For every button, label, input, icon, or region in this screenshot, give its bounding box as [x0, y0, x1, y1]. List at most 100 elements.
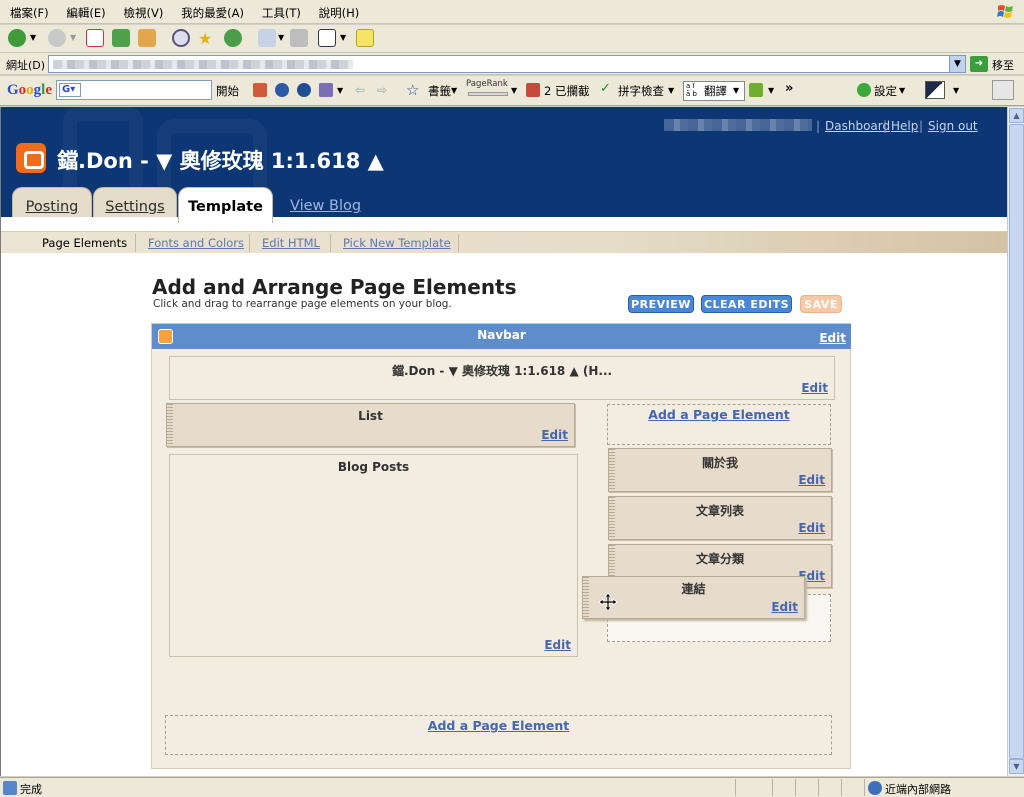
spellcheck-dropdown-icon[interactable]: ▼ [668, 86, 674, 95]
images-dropdown-icon[interactable]: ▼ [337, 86, 343, 95]
dashboard-link[interactable]: Dashboard [825, 119, 890, 133]
vertical-scrollbar[interactable]: ▲ ▼ [1007, 107, 1024, 776]
subnav-fonts-colors[interactable]: Fonts and Colors [148, 236, 244, 250]
edit-dropdown-icon[interactable]: ▼ [340, 33, 346, 42]
more-chevron-icon[interactable]: » [785, 81, 793, 96]
address-dropdown-icon[interactable]: ▼ [949, 56, 965, 72]
settings-dropdown-icon[interactable]: ▼ [899, 86, 905, 95]
widget-edit-link[interactable]: Edit [798, 473, 825, 487]
google-search-input[interactable]: G▾ [56, 80, 212, 100]
preview-button[interactable]: PREVIEW [628, 295, 694, 313]
link-separator: | [883, 119, 888, 133]
scroll-down-icon[interactable]: ▼ [1009, 759, 1024, 774]
navbar-edit-link[interactable]: Edit [819, 331, 846, 345]
page-subtitle: Click and drag to rearrange page element… [153, 298, 452, 310]
footer-add-element[interactable]: Add a Page Element [165, 715, 832, 755]
tab-template[interactable]: Template [178, 187, 273, 223]
word-edit-icon[interactable] [318, 29, 336, 47]
popups-blocked-label[interactable]: 2 已攔截 [544, 83, 589, 99]
pagerank-bar [468, 92, 508, 96]
globe-icon[interactable] [275, 83, 289, 97]
back-dropdown-icon[interactable]: ▼ [30, 33, 36, 42]
widget-title: 文章列表 [695, 504, 744, 518]
view-blog-link[interactable]: View Blog [290, 198, 361, 214]
go-button[interactable]: 移至 [992, 57, 1014, 73]
clear-edits-button[interactable]: CLEAR EDITS [701, 295, 792, 313]
back-icon[interactable] [8, 29, 26, 47]
previous-icon[interactable]: ⇦ [355, 83, 365, 97]
toolbar-options-icon[interactable] [992, 80, 1014, 100]
go-arrow-icon[interactable]: ➜ [970, 56, 988, 72]
header-widget-title: 鐺.Don - ▼ 奧修玫瑰 1:1.618 ▲ (H... [391, 364, 613, 378]
forward-icon[interactable] [48, 29, 66, 47]
refresh-icon[interactable] [112, 29, 130, 47]
bookmarks-dropdown-icon[interactable]: ▼ [451, 86, 457, 95]
folder-plus-icon[interactable] [749, 83, 763, 97]
menu-tools[interactable]: 工具(T) [262, 0, 301, 21]
header-edit-link[interactable]: Edit [801, 381, 828, 395]
google-search-button[interactable]: 開始 [216, 83, 239, 99]
pagerank-label[interactable]: PageRank [466, 79, 508, 89]
add-page-element-link[interactable]: Add a Page Element [166, 718, 831, 733]
spellcheck-button[interactable]: 拼字檢查 [618, 83, 664, 99]
subnav-edit-html[interactable]: Edit HTML [262, 236, 320, 250]
sign-out-link[interactable]: Sign out [928, 119, 978, 133]
folder-dropdown-icon[interactable]: ▼ [768, 86, 774, 95]
menu-edit[interactable]: 編輯(E) [66, 0, 105, 21]
page-done-icon [3, 781, 17, 795]
subnav-divider [458, 234, 459, 252]
mail-dropdown-icon[interactable]: ▼ [278, 33, 284, 42]
site-search-icon[interactable] [297, 83, 311, 97]
home-icon[interactable] [138, 29, 156, 47]
blog-posts-widget[interactable]: Blog Posts Edit [169, 454, 578, 657]
favorites-star-icon[interactable]: ★ [198, 29, 212, 48]
address-input[interactable]: ▼ [48, 55, 966, 73]
menu-file[interactable]: 檔案(F) [10, 0, 49, 21]
bookmark-star-icon[interactable]: ☆ [406, 81, 419, 99]
spellcheck-icon[interactable]: ✓ [600, 81, 611, 96]
translate-icon: a īā b [686, 82, 697, 98]
menu-favorites[interactable]: 我的最愛(A) [181, 0, 244, 21]
google-logo[interactable]: Google [7, 82, 52, 99]
sidebar-widget-about[interactable]: 關於我 Edit [608, 448, 832, 492]
intranet-globe-icon [868, 781, 882, 795]
bookmarks-menu[interactable]: 書籤 [428, 83, 451, 99]
address-url-redacted [53, 60, 353, 69]
add-page-element-link[interactable]: Add a Page Element [608, 407, 830, 422]
pagerank-dropdown-icon[interactable]: ▼ [511, 86, 517, 95]
blog-posts-edit-link[interactable]: Edit [544, 638, 571, 652]
scroll-thumb[interactable] [1009, 124, 1024, 759]
list-widget[interactable]: List Edit [166, 403, 575, 447]
subnav-pick-template[interactable]: Pick New Template [343, 236, 451, 250]
sidebar-add-element[interactable]: Add a Page Element [607, 404, 831, 445]
note-icon[interactable] [356, 29, 374, 47]
stop-icon[interactable] [86, 29, 104, 47]
menu-help[interactable]: 說明(H) [319, 0, 360, 21]
subnav-page-elements[interactable]: Page Elements [42, 236, 127, 250]
widget-edit-link[interactable]: Edit [798, 521, 825, 535]
menu-view[interactable]: 檢視(V) [124, 0, 164, 21]
forward-dropdown-icon[interactable]: ▼ [70, 33, 76, 42]
sidebar-widget-archive[interactable]: 文章列表 Edit [608, 496, 832, 540]
settings-green-icon[interactable] [857, 83, 871, 97]
images-icon[interactable] [319, 83, 333, 97]
translate-dropdown-icon[interactable]: ▼ [733, 86, 739, 95]
next-icon[interactable]: ⇨ [377, 83, 387, 97]
google-g-dropdown-icon[interactable]: G▾ [59, 83, 81, 97]
save-button[interactable]: SAVE [800, 295, 842, 313]
search-icon[interactable] [172, 29, 190, 47]
google-settings-button[interactable]: 設定 [874, 83, 897, 99]
messenger-icon[interactable] [925, 81, 945, 99]
mail-icon[interactable] [258, 29, 276, 47]
popup-blocker-icon[interactable] [526, 83, 540, 97]
translate-button[interactable]: 翻譯 [704, 83, 727, 99]
widget-edit-link[interactable]: Edit [771, 600, 798, 614]
scroll-up-icon[interactable]: ▲ [1009, 108, 1024, 123]
header-widget[interactable]: 鐺.Don - ▼ 奧修玫瑰 1:1.618 ▲ (H... Edit [169, 356, 835, 400]
messenger-dropdown-icon[interactable]: ▼ [953, 86, 959, 95]
help-link[interactable]: Help [891, 119, 918, 133]
history-icon[interactable] [224, 29, 242, 47]
print-icon[interactable] [290, 29, 308, 47]
list-edit-link[interactable]: Edit [541, 428, 568, 442]
news-icon[interactable] [253, 83, 267, 97]
